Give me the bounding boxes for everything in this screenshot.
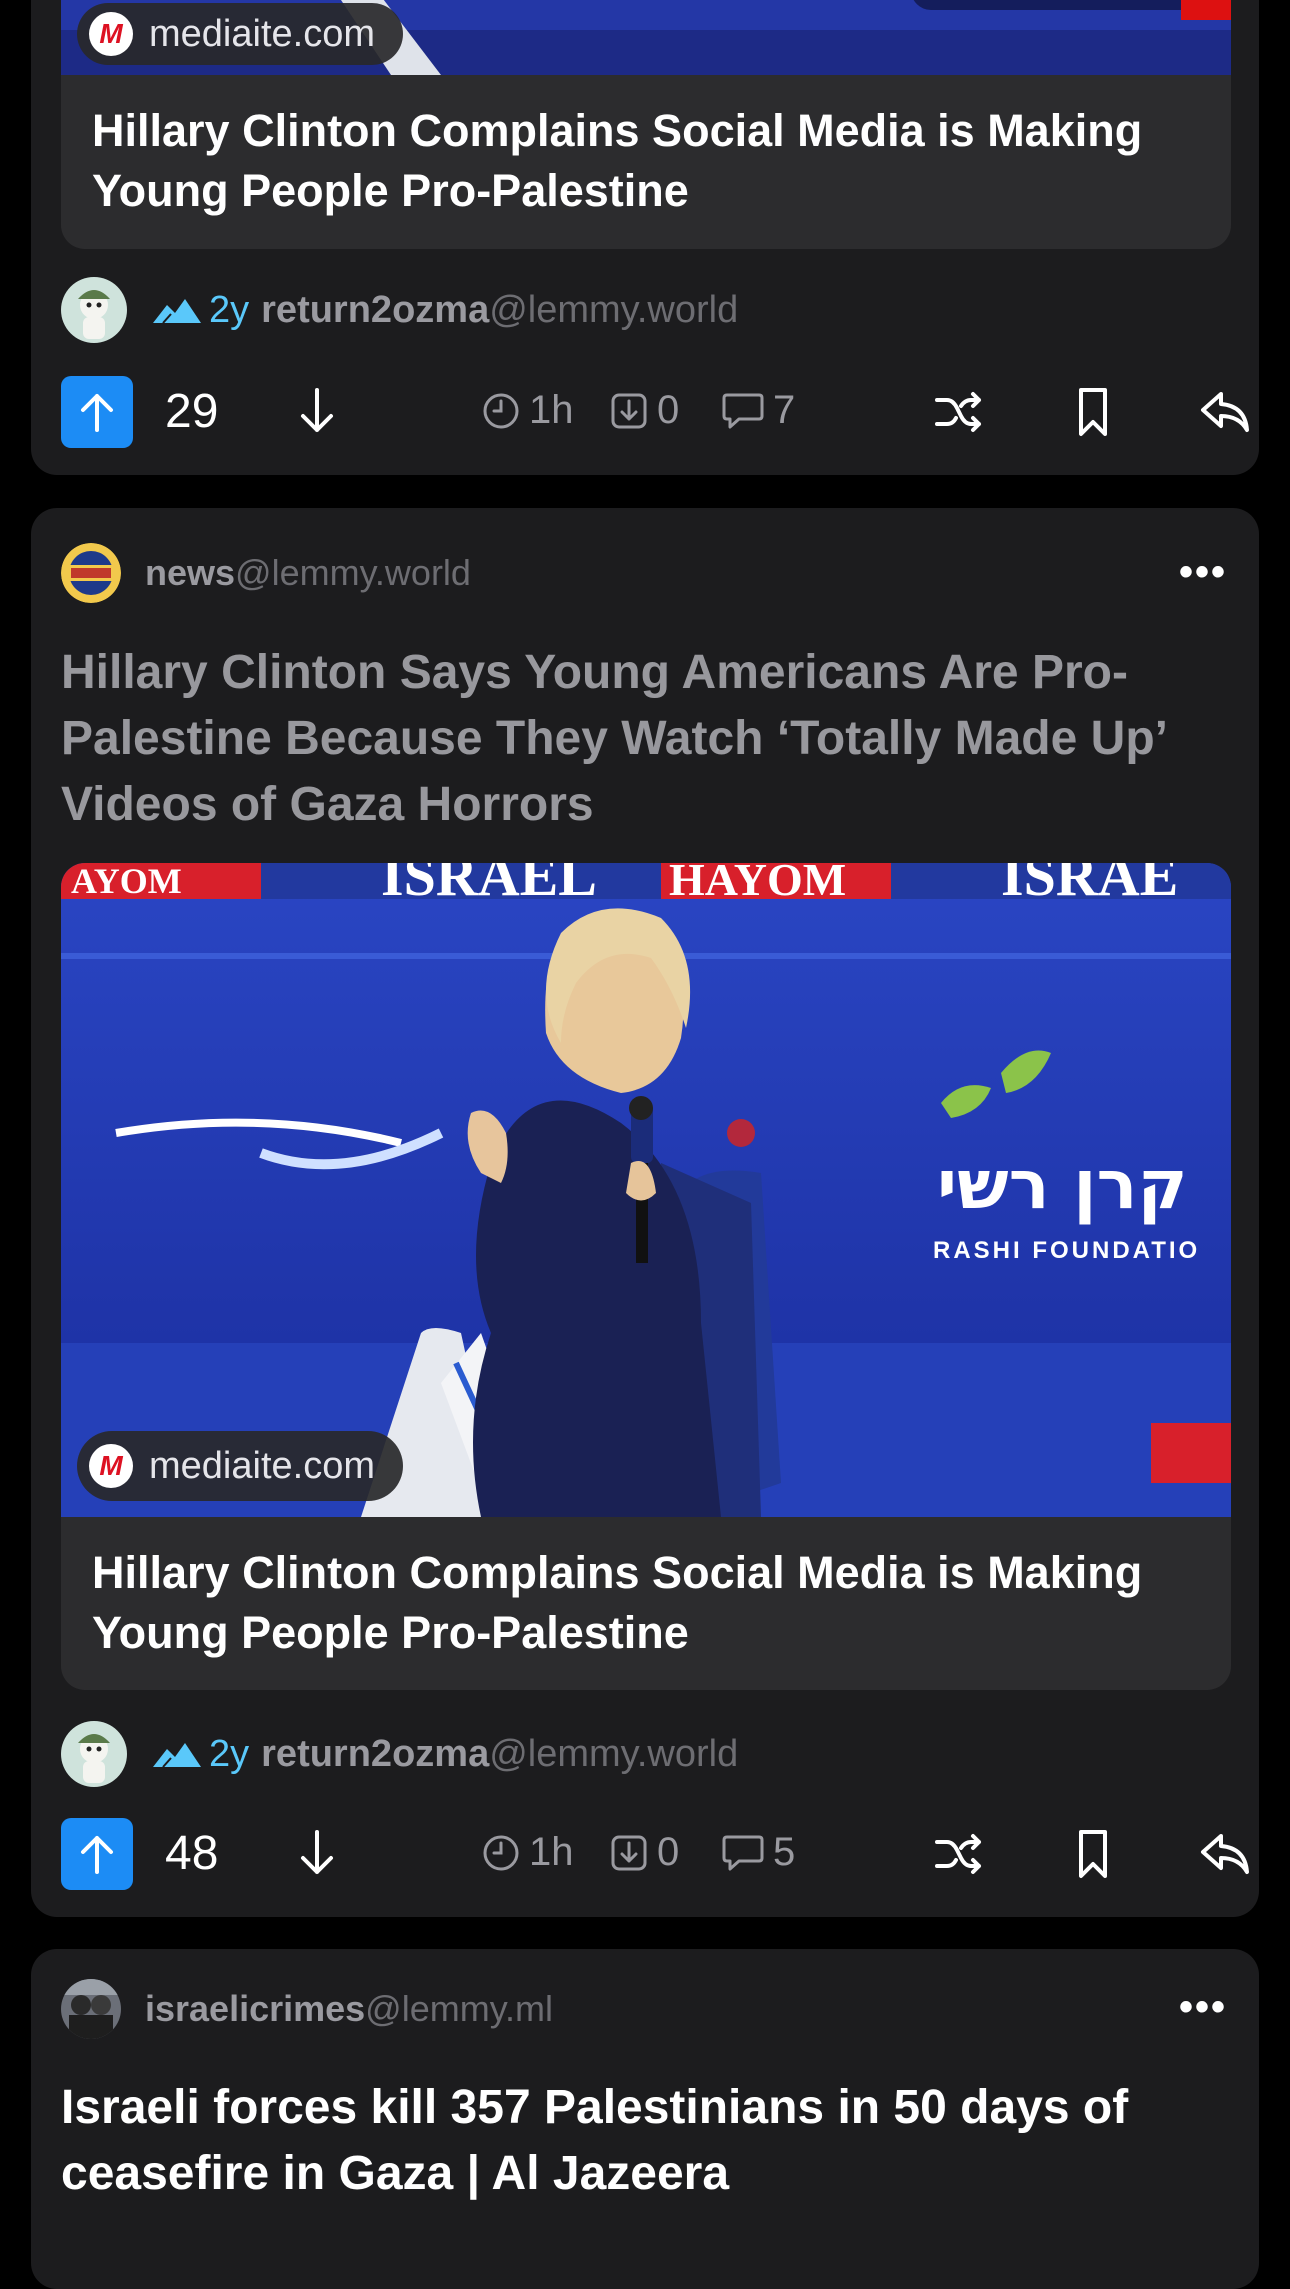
bookmark-icon — [1079, 1830, 1107, 1878]
post-title[interactable]: Israeli forces kill 357 Palestinians in … — [61, 2075, 1221, 2207]
post-card[interactable]: news@lemmy.world ••• Hillary Clinton Say… — [31, 508, 1259, 1917]
clock-icon — [483, 1835, 519, 1870]
download-icon — [611, 1835, 647, 1870]
crosspost-button[interactable] — [933, 1828, 983, 1883]
community-row[interactable]: israelicrimes@lemmy.ml — [61, 1979, 553, 2039]
more-options-button[interactable]: ••• — [1179, 1985, 1227, 2030]
score: 48 — [165, 1827, 219, 1880]
community-icon[interactable] — [61, 543, 121, 603]
arrow-down-icon — [301, 1830, 333, 1874]
reply-icon — [1201, 392, 1249, 432]
svg-text:ISRAEL: ISRAEL — [381, 863, 597, 908]
author-name[interactable]: return2ozma@lemmy.world — [261, 289, 738, 332]
comment-icon — [722, 393, 764, 428]
community-row[interactable]: news@lemmy.world — [61, 543, 471, 603]
link-title: Hillary Clinton Complains Social Media i… — [92, 1547, 1143, 1658]
author-avatar[interactable] — [61, 277, 127, 343]
link-title: Hillary Clinton Complains Social Media i… — [92, 105, 1143, 216]
mediaite-logo-icon: M — [89, 1444, 133, 1488]
post-card[interactable]: M mediaite.com Hillary Clinton Complains… — [31, 0, 1259, 475]
arrow-up-icon — [81, 394, 113, 432]
svg-text:ISRAE: ISRAE — [1001, 863, 1178, 908]
mountains-icon — [153, 1743, 201, 1768]
mediaite-logo-icon: M — [89, 12, 133, 56]
mountains-icon — [153, 299, 201, 324]
saved-stat: 0 — [609, 388, 679, 433]
bookmark-button[interactable] — [1073, 1828, 1113, 1885]
reply-icon — [1201, 1834, 1249, 1874]
upvote-button[interactable] — [61, 376, 133, 448]
crosspost-button[interactable] — [933, 386, 983, 441]
comments-stat[interactable]: 5 — [721, 1830, 795, 1875]
reply-button[interactable] — [1199, 386, 1251, 441]
post-card[interactable]: israelicrimes@lemmy.ml ••• Israeli force… — [31, 1949, 1259, 2289]
source-domain-badge[interactable]: M mediaite.com — [77, 3, 403, 65]
shuffle-icon — [935, 392, 981, 432]
svg-text:קרן רשי: קרן רשי — [937, 1146, 1188, 1225]
arrow-down-icon — [301, 388, 333, 432]
author-row[interactable]: 2y return2ozma@lemmy.world — [61, 277, 738, 343]
comments-stat[interactable]: 7 — [721, 388, 795, 433]
post-actions: 29 1h 0 7 — [61, 376, 1251, 448]
time-stat: 1h — [481, 1830, 574, 1875]
community-name[interactable]: israelicrimes@lemmy.ml — [145, 1988, 553, 2030]
post-actions: 48 1h 0 5 — [61, 1818, 1251, 1890]
shuffle-icon — [935, 1834, 981, 1874]
time-stat: 1h — [481, 388, 574, 433]
post-age: 2y — [209, 1732, 250, 1775]
source-domain-badge[interactable]: M mediaite.com — [77, 1431, 403, 1501]
post-image[interactable]: AYOM ISRAEL HAYOM ISRAE קרן רשי RASHI FO… — [61, 863, 1231, 1517]
author-name[interactable]: return2ozma@lemmy.world — [261, 1733, 738, 1776]
community-name[interactable]: news@lemmy.world — [145, 552, 471, 594]
bookmark-icon — [1079, 388, 1107, 436]
community-icon[interactable] — [61, 1979, 121, 2039]
svg-text:HAYOM: HAYOM — [669, 863, 846, 905]
more-icon: ••• — [1178, 1985, 1227, 2029]
svg-text:AYOM: AYOM — [71, 863, 182, 901]
arrow-up-icon — [81, 1836, 113, 1874]
upvote-button[interactable] — [61, 1818, 133, 1890]
author-avatar[interactable] — [61, 1721, 127, 1787]
score: 29 — [165, 385, 219, 438]
comment-icon — [722, 1835, 764, 1870]
more-options-button[interactable]: ••• — [1179, 550, 1227, 595]
post-title[interactable]: Hillary Clinton Says Young Americans Are… — [61, 640, 1221, 838]
saved-stat: 0 — [609, 1830, 679, 1875]
link-preview[interactable]: Hillary Clinton Complains Social Media i… — [61, 75, 1231, 249]
downvote-button[interactable] — [297, 1826, 337, 1885]
clock-icon — [483, 393, 519, 428]
svg-text:RASHI FOUNDATIO: RASHI FOUNDATIO — [933, 1237, 1200, 1264]
reply-button[interactable] — [1199, 1828, 1251, 1883]
more-icon: ••• — [1178, 550, 1227, 594]
author-row[interactable]: 2y return2ozma@lemmy.world — [61, 1721, 738, 1787]
downvote-button[interactable] — [297, 384, 337, 443]
post-age: 2y — [209, 288, 250, 331]
download-icon — [611, 393, 647, 428]
bookmark-button[interactable] — [1073, 386, 1113, 443]
link-preview[interactable]: Hillary Clinton Complains Social Media i… — [61, 1517, 1231, 1690]
post-image[interactable]: M mediaite.com — [61, 0, 1231, 75]
